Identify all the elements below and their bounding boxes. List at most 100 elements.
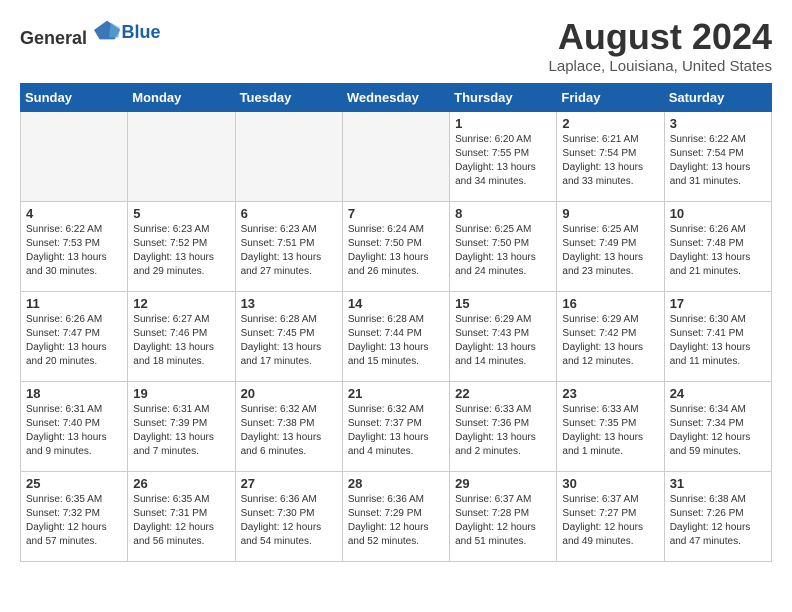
day-info: Sunrise: 6:37 AM Sunset: 7:27 PM Dayligh…: [562, 493, 658, 549]
calendar-day-cell: 21Sunrise: 6:32 AM Sunset: 7:37 PM Dayli…: [342, 382, 449, 472]
calendar-day-cell: [128, 112, 235, 202]
calendar-day-cell: 27 Sunrise: 6:36 AM Sunset: 7:30 PM Dayli…: [235, 472, 342, 562]
calendar-table: SundayMondayTuesdayWednesdayThursdayFrid…: [20, 83, 772, 562]
calendar-day-cell: 12Sunrise: 6:27 AM Sunset: 7:46 PM Dayli…: [128, 292, 235, 382]
calendar-day-cell: 23 Sunrise: 6:33 AM Sunset: 7:35 PM Dayli…: [557, 382, 664, 472]
calendar-day-cell: 19Sunrise: 6:31 AM Sunset: 7:39 PM Dayli…: [128, 382, 235, 472]
day-number: 11: [26, 296, 122, 311]
logo-general: General: [20, 28, 87, 48]
calendar-day-cell: 26Sunrise: 6:35 AM Sunset: 7:31 PM Dayli…: [128, 472, 235, 562]
day-info: Sunrise: 6:28 AM Sunset: 7:44 PM Dayligh…: [348, 313, 444, 369]
day-number: 21: [348, 386, 444, 401]
calendar-day-cell: [21, 112, 128, 202]
day-number: 5: [133, 206, 229, 221]
day-number: 25: [26, 476, 122, 491]
logo: General Blue: [20, 16, 161, 49]
calendar-day-cell: 24 Sunrise: 6:34 AM Sunset: 7:34 PM Dayli…: [664, 382, 771, 472]
calendar-day-cell: 20 Sunrise: 6:32 AM Sunset: 7:38 PM Dayli…: [235, 382, 342, 472]
day-number: 17: [670, 296, 766, 311]
day-info: Sunrise: 6:29 AM Sunset: 7:43 PM Dayligh…: [455, 313, 551, 369]
logo-blue: Blue: [122, 22, 161, 42]
month-year: August 2024: [549, 16, 772, 58]
calendar-day-cell: 11 Sunrise: 6:26 AM Sunset: 7:47 PM Dayli…: [21, 292, 128, 382]
day-info: Sunrise: 6:32 AM Sunset: 7:38 PM Dayligh…: [241, 403, 337, 459]
calendar-day-cell: 10Sunrise: 6:26 AM Sunset: 7:48 PM Dayli…: [664, 202, 771, 292]
day-info: Sunrise: 6:29 AM Sunset: 7:42 PM Dayligh…: [562, 313, 658, 369]
day-number: 13: [241, 296, 337, 311]
day-number: 6: [241, 206, 337, 221]
day-info: Sunrise: 6:23 AM Sunset: 7:51 PM Dayligh…: [241, 223, 337, 279]
logo-icon: [94, 16, 122, 44]
calendar-day-cell: 15 Sunrise: 6:29 AM Sunset: 7:43 PM Dayli…: [450, 292, 557, 382]
day-info: Sunrise: 6:38 AM Sunset: 7:26 PM Dayligh…: [670, 493, 766, 549]
day-of-week-header: Saturday: [664, 84, 771, 112]
day-number: 23: [562, 386, 658, 401]
calendar-day-cell: 6 Sunrise: 6:23 AM Sunset: 7:51 PM Daylig…: [235, 202, 342, 292]
day-info: Sunrise: 6:22 AM Sunset: 7:53 PM Dayligh…: [26, 223, 122, 279]
day-info: Sunrise: 6:31 AM Sunset: 7:40 PM Dayligh…: [26, 403, 122, 459]
location: Laplace, Louisiana, United States: [549, 58, 772, 75]
day-info: Sunrise: 6:30 AM Sunset: 7:41 PM Dayligh…: [670, 313, 766, 369]
calendar-day-cell: [342, 112, 449, 202]
day-info: Sunrise: 6:37 AM Sunset: 7:28 PM Dayligh…: [455, 493, 551, 549]
day-number: 9: [562, 206, 658, 221]
day-number: 30: [562, 476, 658, 491]
day-number: 12: [133, 296, 229, 311]
day-number: 15: [455, 296, 551, 311]
calendar-day-cell: 30 Sunrise: 6:37 AM Sunset: 7:27 PM Dayli…: [557, 472, 664, 562]
calendar-week-row: 11 Sunrise: 6:26 AM Sunset: 7:47 PM Dayli…: [21, 292, 772, 382]
day-number: 27: [241, 476, 337, 491]
day-number: 24: [670, 386, 766, 401]
calendar-day-cell: 22 Sunrise: 6:33 AM Sunset: 7:36 PM Dayli…: [450, 382, 557, 472]
calendar-day-cell: [235, 112, 342, 202]
calendar-day-cell: 29Sunrise: 6:37 AM Sunset: 7:28 PM Dayli…: [450, 472, 557, 562]
day-number: 19: [133, 386, 229, 401]
calendar-day-cell: 1Sunrise: 6:20 AM Sunset: 7:55 PM Daylig…: [450, 112, 557, 202]
day-number: 4: [26, 206, 122, 221]
day-number: 10: [670, 206, 766, 221]
calendar-day-cell: 14 Sunrise: 6:28 AM Sunset: 7:44 PM Dayli…: [342, 292, 449, 382]
day-of-week-header: Sunday: [21, 84, 128, 112]
title-area: August 2024 Laplace, Louisiana, United S…: [549, 16, 772, 75]
day-number: 18: [26, 386, 122, 401]
day-info: Sunrise: 6:36 AM Sunset: 7:29 PM Dayligh…: [348, 493, 444, 549]
day-info: Sunrise: 6:36 AM Sunset: 7:30 PM Dayligh…: [241, 493, 337, 549]
day-number: 3: [670, 116, 766, 131]
calendar-week-row: 4 Sunrise: 6:22 AM Sunset: 7:53 PM Daylig…: [21, 202, 772, 292]
day-info: Sunrise: 6:26 AM Sunset: 7:47 PM Dayligh…: [26, 313, 122, 369]
calendar-day-cell: 2 Sunrise: 6:21 AM Sunset: 7:54 PM Daylig…: [557, 112, 664, 202]
calendar-day-cell: 18 Sunrise: 6:31 AM Sunset: 7:40 PM Dayli…: [21, 382, 128, 472]
day-of-week-header: Thursday: [450, 84, 557, 112]
day-number: 16: [562, 296, 658, 311]
day-info: Sunrise: 6:25 AM Sunset: 7:49 PM Dayligh…: [562, 223, 658, 279]
day-info: Sunrise: 6:28 AM Sunset: 7:45 PM Dayligh…: [241, 313, 337, 369]
calendar-day-cell: 9 Sunrise: 6:25 AM Sunset: 7:49 PM Daylig…: [557, 202, 664, 292]
day-number: 8: [455, 206, 551, 221]
calendar-day-cell: 13 Sunrise: 6:28 AM Sunset: 7:45 PM Dayli…: [235, 292, 342, 382]
header: General Blue August 2024 Laplace, Louisi…: [20, 16, 772, 75]
day-info: Sunrise: 6:35 AM Sunset: 7:31 PM Dayligh…: [133, 493, 229, 549]
day-info: Sunrise: 6:25 AM Sunset: 7:50 PM Dayligh…: [455, 223, 551, 279]
calendar-day-cell: 25 Sunrise: 6:35 AM Sunset: 7:32 PM Dayli…: [21, 472, 128, 562]
day-info: Sunrise: 6:24 AM Sunset: 7:50 PM Dayligh…: [348, 223, 444, 279]
days-header-row: SundayMondayTuesdayWednesdayThursdayFrid…: [21, 84, 772, 112]
day-info: Sunrise: 6:22 AM Sunset: 7:54 PM Dayligh…: [670, 133, 766, 189]
calendar-day-cell: 8 Sunrise: 6:25 AM Sunset: 7:50 PM Daylig…: [450, 202, 557, 292]
day-info: Sunrise: 6:33 AM Sunset: 7:36 PM Dayligh…: [455, 403, 551, 459]
day-number: 14: [348, 296, 444, 311]
day-number: 28: [348, 476, 444, 491]
day-info: Sunrise: 6:21 AM Sunset: 7:54 PM Dayligh…: [562, 133, 658, 189]
day-info: Sunrise: 6:34 AM Sunset: 7:34 PM Dayligh…: [670, 403, 766, 459]
day-info: Sunrise: 6:33 AM Sunset: 7:35 PM Dayligh…: [562, 403, 658, 459]
day-number: 1: [455, 116, 551, 131]
calendar-week-row: 1Sunrise: 6:20 AM Sunset: 7:55 PM Daylig…: [21, 112, 772, 202]
day-number: 20: [241, 386, 337, 401]
day-number: 2: [562, 116, 658, 131]
day-number: 31: [670, 476, 766, 491]
day-number: 7: [348, 206, 444, 221]
calendar-day-cell: 7 Sunrise: 6:24 AM Sunset: 7:50 PM Daylig…: [342, 202, 449, 292]
day-of-week-header: Wednesday: [342, 84, 449, 112]
day-info: Sunrise: 6:35 AM Sunset: 7:32 PM Dayligh…: [26, 493, 122, 549]
day-of-week-header: Tuesday: [235, 84, 342, 112]
day-number: 22: [455, 386, 551, 401]
